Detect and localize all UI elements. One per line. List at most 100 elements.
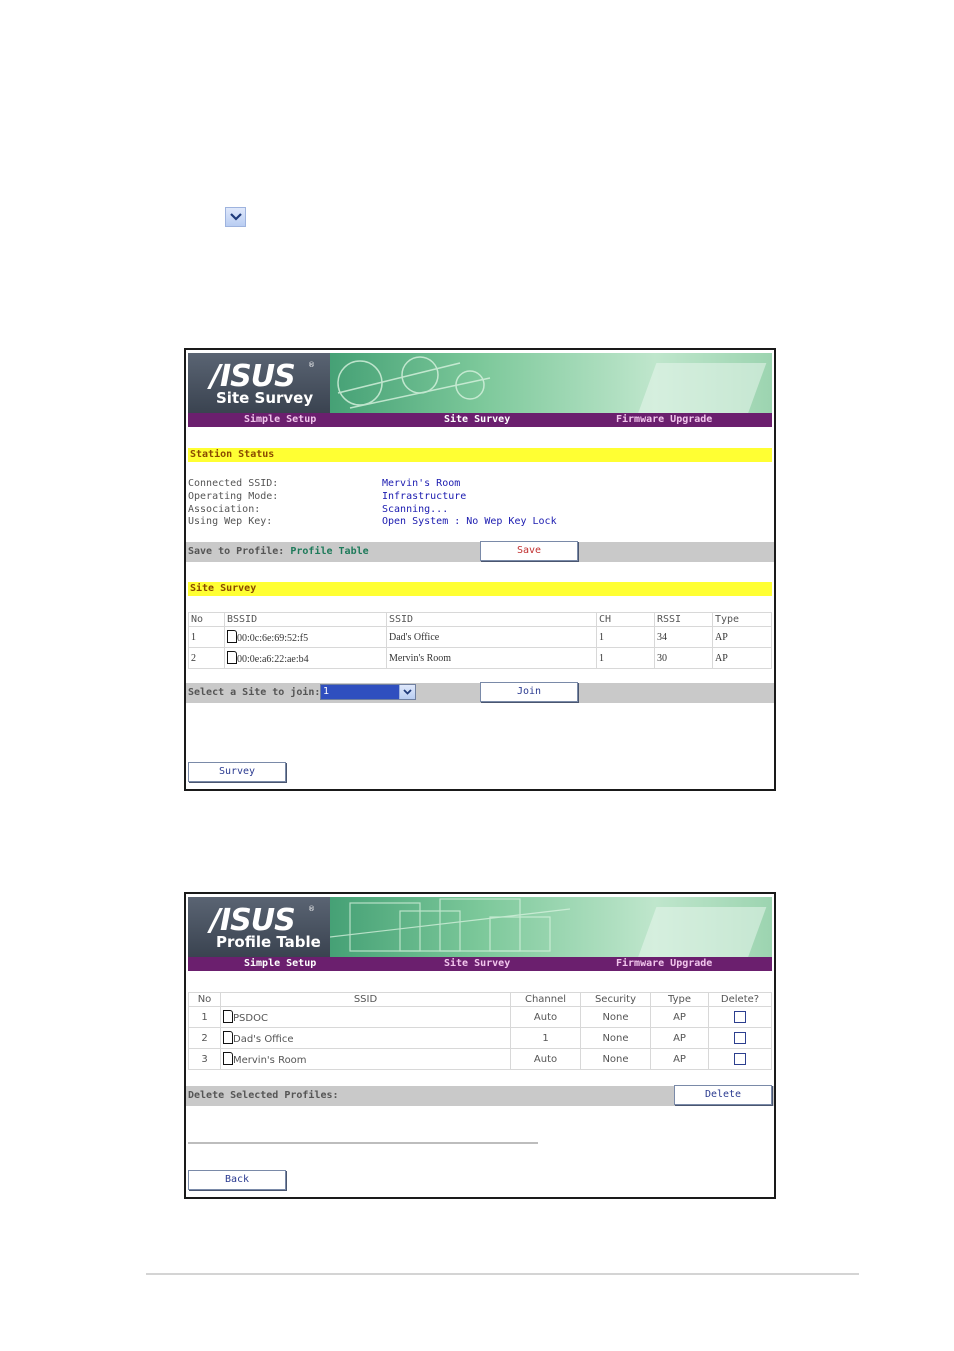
status-labels: Connected SSID: Operating Mode: Associat… [188,478,278,529]
asus-logo: /ISUS ® Site Survey [188,353,330,413]
delete-profiles-label: Delete Selected Profiles: [188,1090,339,1101]
ssid-text: Dad's Office [233,1034,294,1045]
col-type: Type [650,992,709,1007]
table-row: 2 Dad's Office 1 None AP [188,1027,772,1049]
col-channel: Channel [510,992,581,1007]
document-icon [223,1010,233,1023]
table-header-row: No BSSID SSID CH RSSI Type [188,612,772,627]
cell-channel: 1 [510,1027,581,1049]
col-ssid: SSID [220,992,511,1007]
delete-checkbox[interactable] [734,1053,746,1065]
nav-site-survey[interactable]: Site Survey [444,958,510,969]
profile-table-link[interactable]: Profile Table [290,546,368,557]
cell-ssid[interactable]: PSDOC [220,1006,511,1028]
profile-table-window: /ISUS ® Profile Table Simple Setup Site … [184,892,776,1199]
chevron-down-icon[interactable] [399,685,415,699]
bssid-text: 00:0e:a6:22:ae:b4 [237,654,309,665]
cell-ch: 1 [596,626,655,648]
cell-channel: Auto [510,1048,581,1070]
station-status-header: Station Status [188,448,772,462]
cell-rssi: 34 [654,626,713,648]
save-profile-label: Save to Profile: [188,546,291,557]
col-ssid: SSID [386,612,597,627]
table-row: 1 PSDOC Auto None AP [188,1006,772,1028]
status-value-mode: Infrastructure [382,490,467,502]
cell-bssid[interactable]: 00:0e:a6:22:ae:b4 [224,647,387,669]
cell-no: 1 [188,1006,221,1028]
table-row: 3 Mervin's Room Auto None AP [188,1048,772,1070]
nav-simple-setup[interactable]: Simple Setup [244,414,316,425]
status-label-wep: Using Wep Key: [188,516,273,528]
page-footer-rule [146,1273,859,1275]
status-value-association: Scanning... [382,503,449,515]
status-value-ssid: Mervin's Room [382,478,461,489]
site-survey-table: No BSSID SSID CH RSSI Type 1 00:0c:6e:69… [188,612,772,669]
col-no: No [188,992,221,1007]
status-value-wep: Open System : No Wep Key Lock [382,516,557,528]
bssid-text: 00:0c:6e:69:52:f5 [237,633,309,644]
cell-ssid: Dad's Office [386,626,597,648]
cell-type: AP [650,1027,709,1049]
cell-type: AP [650,1006,709,1028]
col-rssi: RSSI [654,612,713,627]
chevron-down-icon [229,213,242,221]
cell-type: AP [712,647,772,669]
cell-security: None [580,1048,651,1070]
nav-bar: Simple Setup Site Survey Firmware Upgrad… [188,957,772,971]
site-select-value: 1 [323,686,330,697]
nav-simple-setup[interactable]: Simple Setup [244,958,316,969]
header-banner: /ISUS ® Site Survey [188,353,772,413]
nav-firmware-upgrade[interactable]: Firmware Upgrade [616,958,712,969]
col-type: Type [712,612,772,627]
col-no: No [188,612,225,627]
cell-delete [708,1027,772,1049]
cell-type: AP [650,1048,709,1070]
cell-rssi: 30 [654,647,713,669]
ssid-text: PSDOC [233,1013,268,1024]
header-banner: /ISUS ® Profile Table [188,897,772,957]
cell-ssid: Mervin's Room [386,647,597,669]
cell-security: None [580,1027,651,1049]
select-site-label: Select a Site to join: [188,687,321,698]
cell-bssid[interactable]: 00:0c:6e:69:52:f5 [224,626,387,648]
cell-no: 1 [188,626,225,648]
cell-security: None [580,1006,651,1028]
cell-ssid[interactable]: Mervin's Room [220,1048,511,1070]
logo-trademark: ® [308,361,315,369]
site-survey-window: /ISUS ® Site Survey Simple Setup Site Su… [184,348,776,791]
table-header-row: No SSID Channel Security Type Delete? [188,992,772,1007]
back-button[interactable]: Back [188,1170,286,1190]
delete-checkbox[interactable] [734,1011,746,1023]
status-label-association: Association: [188,503,261,515]
nav-site-survey[interactable]: Site Survey [444,414,510,425]
logo-trademark: ® [308,905,315,913]
site-select[interactable]: 1 [320,684,416,700]
cell-no: 3 [188,1048,221,1070]
cell-ch: 1 [596,647,655,669]
survey-button[interactable]: Survey [188,762,286,782]
document-icon [223,1052,233,1065]
page-title: Profile Table [216,933,321,951]
col-delete: Delete? [708,992,772,1007]
cell-delete [708,1048,772,1070]
save-button[interactable]: Save [480,541,578,561]
dropdown-arrow-icon-sample [225,207,246,227]
col-security: Security [580,992,651,1007]
join-button[interactable]: Join [480,682,578,702]
col-ch: CH [596,612,655,627]
delete-checkbox[interactable] [734,1032,746,1044]
profile-table: No SSID Channel Security Type Delete? 1 … [188,992,772,1070]
cell-type: AP [712,626,772,648]
document-icon [227,630,237,643]
cell-ssid[interactable]: Dad's Office [220,1027,511,1049]
asus-logo: /ISUS ® Profile Table [188,897,330,957]
status-label-ssid: Connected SSID: [188,478,279,489]
status-label-mode: Operating Mode: [188,490,279,502]
cell-channel: Auto [510,1006,581,1028]
delete-button[interactable]: Delete [674,1085,772,1105]
document-icon [223,1031,233,1044]
banner-graphic [330,898,767,957]
nav-firmware-upgrade[interactable]: Firmware Upgrade [616,414,712,425]
document-icon [227,651,237,664]
ssid-text: Mervin's Room [233,1055,307,1066]
